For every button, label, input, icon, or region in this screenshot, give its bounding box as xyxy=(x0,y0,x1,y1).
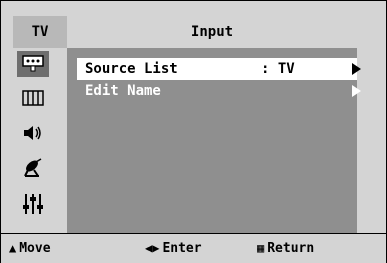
up-down-icon: ▲ xyxy=(9,241,17,255)
menu-row-label: Source List xyxy=(85,61,178,77)
menu-panel: Source List : TV Edit Name xyxy=(67,48,361,233)
channel-icon xyxy=(24,158,42,177)
menu-row-label: Edit Name xyxy=(85,83,161,99)
footer-move-label: Move xyxy=(19,241,51,256)
footer-move: ▲ Move xyxy=(9,234,51,263)
footer-enter-label: Enter xyxy=(162,241,202,256)
picture-icon xyxy=(22,90,44,106)
osd-window: TV Input Source List: TV Edit Name ▲ Mo… xyxy=(0,0,387,263)
footer-return-label: Return xyxy=(267,241,315,256)
footer-return: ▦ Return xyxy=(257,234,314,263)
menu-row-value: : TV xyxy=(261,61,295,77)
footer-help-bar: ▲ Move ◀▶ Enter ▦ Return xyxy=(1,233,386,263)
left-right-icon: ◀▶ xyxy=(145,241,160,255)
menu-row-source-list[interactable]: Source List : TV xyxy=(77,58,361,80)
input-icon xyxy=(22,55,44,72)
footer-enter: ◀▶ Enter xyxy=(145,234,202,263)
setup-icon xyxy=(23,194,43,214)
arrow-right-icon xyxy=(352,63,361,75)
menu-title: Input xyxy=(67,16,357,48)
sidebar-item-setup[interactable] xyxy=(17,191,49,217)
arrow-right-icon xyxy=(352,85,361,97)
sidebar-item-channel[interactable] xyxy=(17,154,49,180)
sidebar-item-sound[interactable] xyxy=(17,120,49,146)
sidebar-item-picture[interactable] xyxy=(17,85,49,111)
menu-icon: ▦ xyxy=(257,241,265,255)
sidebar-item-input[interactable] xyxy=(17,51,49,77)
sound-icon xyxy=(24,126,41,140)
menu-row-edit-name[interactable]: Edit Name xyxy=(77,80,361,102)
source-tab: TV xyxy=(13,16,67,48)
